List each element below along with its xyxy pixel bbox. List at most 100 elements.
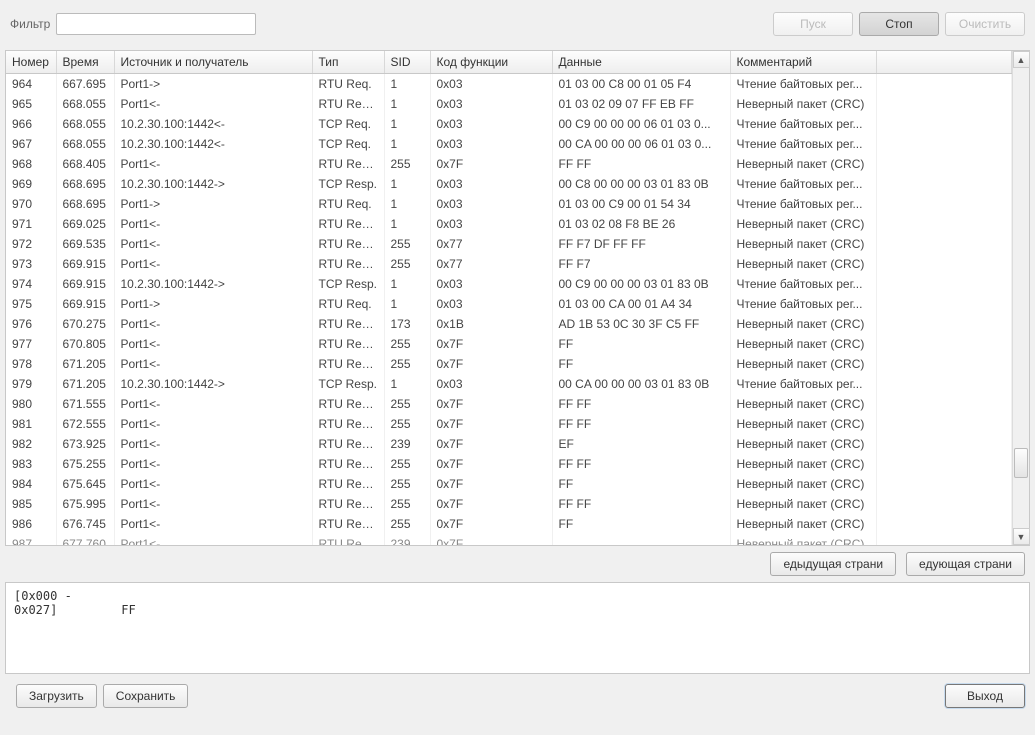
cell-data: 01 03 02 09 07 FF EB FF (552, 94, 730, 114)
table-row[interactable]: 973669.915Port1<-RTU Resp.2550x77FF F7Не… (6, 254, 1012, 274)
table-row[interactable]: 967668.05510.2.30.100:1442<-TCP Req.10x0… (6, 134, 1012, 154)
cell-sid: 239 (384, 534, 430, 546)
col-data[interactable]: Данные (552, 51, 730, 74)
exit-button[interactable]: Выход (945, 684, 1025, 708)
table-row[interactable]: 974669.91510.2.30.100:1442->TCP Resp.10x… (6, 274, 1012, 294)
cell-func: 0x7F (430, 154, 552, 174)
cell-time: 668.055 (56, 134, 114, 154)
cell-comment: Чтение байтовых рег... (730, 294, 876, 314)
cell-data: FF FF (552, 494, 730, 514)
table-row[interactable]: 971669.025Port1<-RTU Resp.10x0301 03 02 … (6, 214, 1012, 234)
table-row[interactable]: 979671.20510.2.30.100:1442->TCP Resp.10x… (6, 374, 1012, 394)
cell-func: 0x7F (430, 334, 552, 354)
scroll-down-icon[interactable]: ▼ (1013, 528, 1030, 545)
cell-comment: Чтение байтовых рег... (730, 114, 876, 134)
col-comment[interactable]: Комментарий (730, 51, 876, 74)
cell-sid: 255 (384, 414, 430, 434)
table-row[interactable]: 982673.925Port1<-RTU Resp.2390x7FEFНевер… (6, 434, 1012, 454)
cell-src: Port1<- (114, 494, 312, 514)
cell-num: 980 (6, 394, 56, 414)
cell-sid: 255 (384, 394, 430, 414)
cell-time: 668.055 (56, 114, 114, 134)
start-button[interactable]: Пуск (773, 12, 853, 36)
cell-src: Port1<- (114, 154, 312, 174)
cell-time: 671.205 (56, 374, 114, 394)
col-type[interactable]: Тип (312, 51, 384, 74)
table-row[interactable]: 966668.05510.2.30.100:1442<-TCP Req.10x0… (6, 114, 1012, 134)
scroll-up-icon[interactable]: ▲ (1013, 51, 1030, 68)
scroll-track[interactable] (1013, 68, 1029, 528)
table-row[interactable]: 985675.995Port1<-RTU Resp.2550x7FFF FFНе… (6, 494, 1012, 514)
cell-extra (876, 114, 1012, 134)
cell-num: 982 (6, 434, 56, 454)
cell-time: 668.695 (56, 174, 114, 194)
cell-type: RTU Resp. (312, 454, 384, 474)
cell-type: RTU Resp. (312, 514, 384, 534)
cell-type: RTU Resp. (312, 314, 384, 334)
table-row[interactable]: 969668.69510.2.30.100:1442->TCP Resp.10x… (6, 174, 1012, 194)
col-extra[interactable] (876, 51, 1012, 74)
table-row[interactable]: 970668.695Port1->RTU Req.10x0301 03 00 C… (6, 194, 1012, 214)
cell-extra (876, 214, 1012, 234)
next-page-button[interactable]: едующая страни (906, 552, 1025, 576)
cell-func: 0x03 (430, 374, 552, 394)
table-row[interactable]: 981672.555Port1<-RTU Resp.2550x7FFF FFНе… (6, 414, 1012, 434)
cell-num: 967 (6, 134, 56, 154)
cell-func: 0x1B (430, 314, 552, 334)
table-row[interactable]: 978671.205Port1<-RTU Resp.2550x7FFFНевер… (6, 354, 1012, 374)
cell-src: Port1<- (114, 94, 312, 114)
cell-time: 667.695 (56, 74, 114, 94)
cell-comment: Неверный пакет (CRC) (730, 94, 876, 114)
cell-extra (876, 254, 1012, 274)
col-sid[interactable]: SID (384, 51, 430, 74)
table-row[interactable]: 986676.745Port1<-RTU Resp.2550x7FFFНевер… (6, 514, 1012, 534)
scroll-thumb[interactable] (1014, 448, 1028, 478)
cell-time: 668.405 (56, 154, 114, 174)
table-row[interactable]: 964667.695Port1->RTU Req.10x0301 03 00 C… (6, 74, 1012, 94)
cell-time: 668.695 (56, 194, 114, 214)
cell-data: 01 03 00 C8 00 01 05 F4 (552, 74, 730, 94)
clear-button[interactable]: Очистить (945, 12, 1025, 36)
table-row[interactable]: 984675.645Port1<-RTU Resp.2550x7FFFНевер… (6, 474, 1012, 494)
table-row[interactable]: 976670.275Port1<-RTU Resp.1730x1BAD 1B 5… (6, 314, 1012, 334)
table-row[interactable]: 980671.555Port1<-RTU Resp.2550x7FFF FFНе… (6, 394, 1012, 414)
save-button[interactable]: Сохранить (103, 684, 189, 708)
cell-comment: Неверный пакет (CRC) (730, 474, 876, 494)
cell-func: 0x7F (430, 414, 552, 434)
cell-type: TCP Resp. (312, 274, 384, 294)
table-row[interactable]: 975669.915Port1->RTU Req.10x0301 03 00 C… (6, 294, 1012, 314)
cell-data: AD 1B 53 0C 30 3F C5 FF (552, 314, 730, 334)
filter-input[interactable] (56, 13, 256, 35)
cell-sid: 1 (384, 214, 430, 234)
cell-sid: 255 (384, 474, 430, 494)
table-row[interactable]: 977670.805Port1<-RTU Resp.2550x7FFFНевер… (6, 334, 1012, 354)
cell-extra (876, 234, 1012, 254)
cell-sid: 255 (384, 154, 430, 174)
col-time[interactable]: Время (56, 51, 114, 74)
cell-data: FF FF (552, 414, 730, 434)
cell-time: 676.745 (56, 514, 114, 534)
col-src[interactable]: Источник и получатель (114, 51, 312, 74)
log-table-container: Номер Время Источник и получатель Тип SI… (5, 50, 1030, 546)
table-row[interactable]: 987677.760Port1<-RTU Resp.2390x7FНеверны… (6, 534, 1012, 546)
cell-src: 10.2.30.100:1442-> (114, 174, 312, 194)
table-row[interactable]: 972669.535Port1<-RTU Resp.2550x77FF F7 D… (6, 234, 1012, 254)
prev-page-button[interactable]: едыдущая страни (770, 552, 896, 576)
cell-data: 01 03 00 CA 00 01 A4 34 (552, 294, 730, 314)
col-num[interactable]: Номер (6, 51, 56, 74)
table-row[interactable]: 968668.405Port1<-RTU Resp.2550x7FFF FFНе… (6, 154, 1012, 174)
cell-func: 0x7F (430, 474, 552, 494)
table-row[interactable]: 965668.055Port1<-RTU Resp.10x0301 03 02 … (6, 94, 1012, 114)
load-button[interactable]: Загрузить (16, 684, 97, 708)
pager: едыдущая страни едующая страни (0, 546, 1035, 582)
cell-type: RTU Resp. (312, 414, 384, 434)
cell-num: 987 (6, 534, 56, 546)
cell-type: RTU Req. (312, 194, 384, 214)
cell-type: TCP Req. (312, 134, 384, 154)
table-row[interactable]: 983675.255Port1<-RTU Resp.2550x7FFF FFНе… (6, 454, 1012, 474)
vertical-scrollbar[interactable]: ▲ ▼ (1012, 51, 1029, 545)
col-func[interactable]: Код функции (430, 51, 552, 74)
stop-button[interactable]: Стоп (859, 12, 939, 36)
cell-time: 670.275 (56, 314, 114, 334)
cell-src: Port1<- (114, 254, 312, 274)
